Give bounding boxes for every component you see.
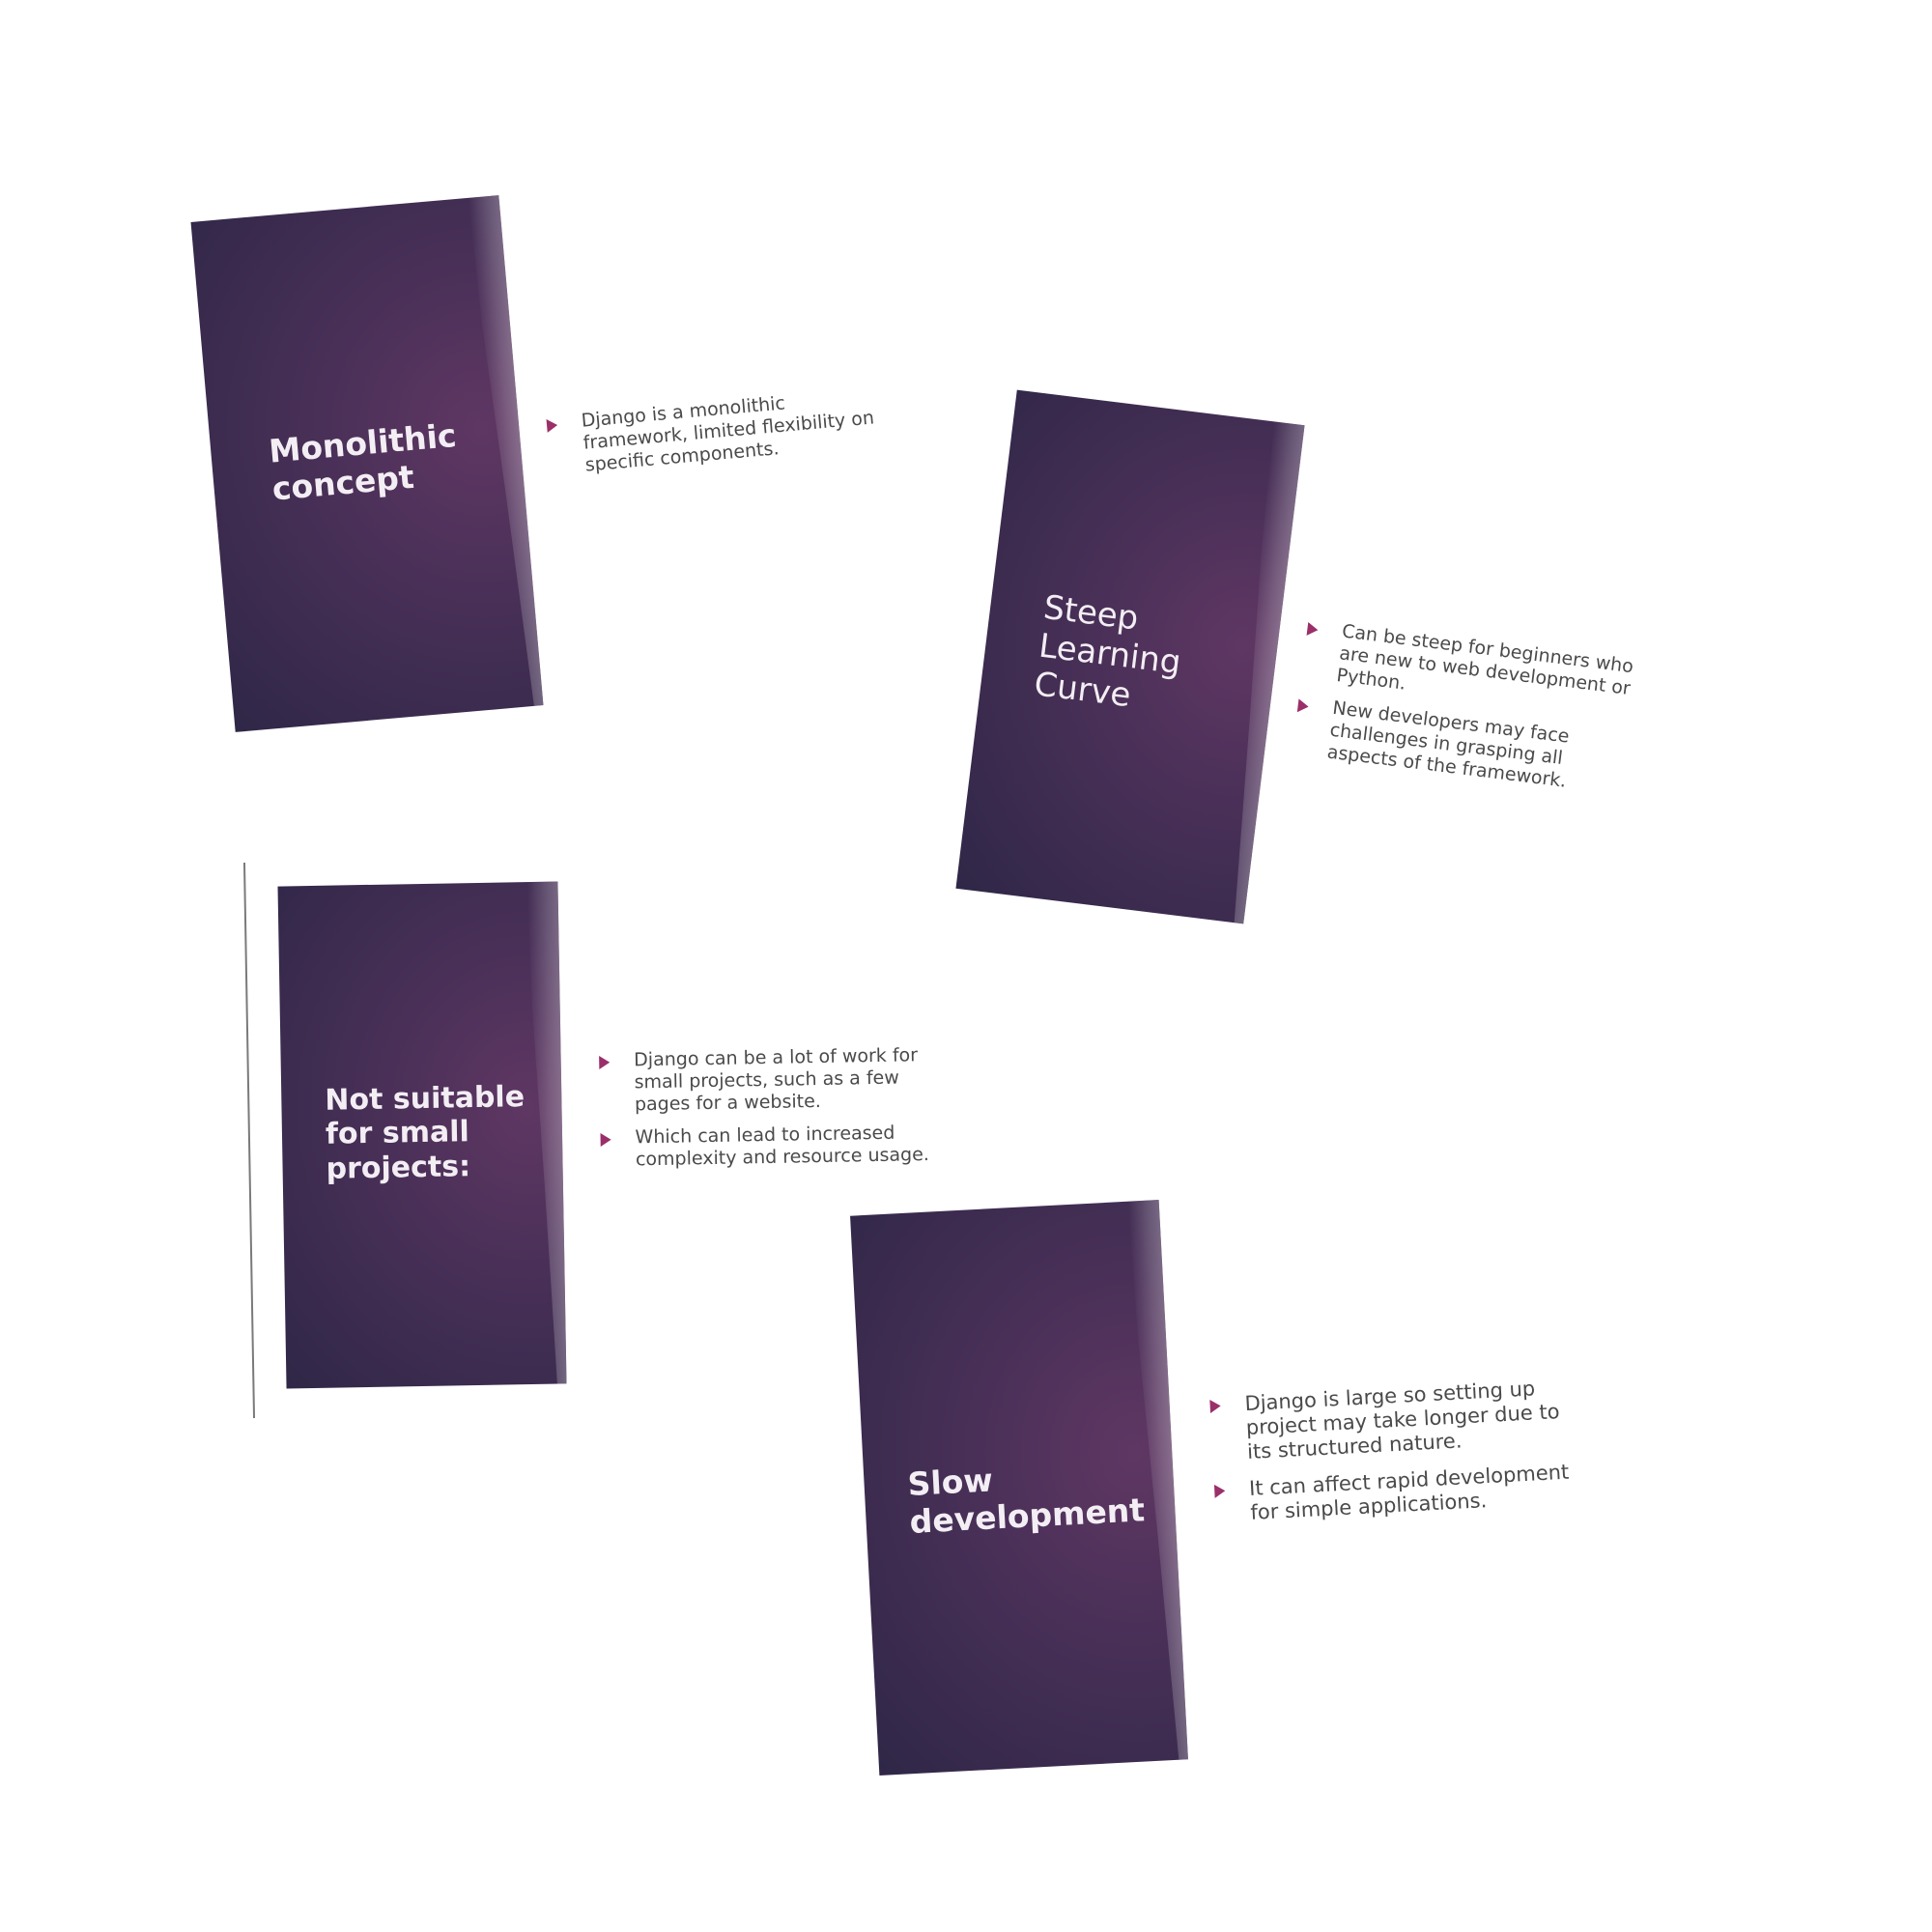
slow-development-bullets: Django is large so setting up project ma…	[1209, 1375, 1583, 1539]
steep-learning-curve-group: Steep Learning Curve	[955, 389, 1305, 924]
vertical-divider-line	[242, 863, 256, 1418]
bullet-text: Django is large so setting up project ma…	[1243, 1377, 1561, 1464]
bullet-text: Can be steep for beginners who are new t…	[1335, 620, 1635, 699]
triangle-bullet-icon	[1306, 621, 1320, 638]
bullet-item: Django is a monolithic framework, limite…	[546, 384, 898, 480]
bullet-text: It can affect rapid development for simp…	[1248, 1460, 1570, 1524]
steep-learning-curve-bullets: Can be steep for beginners who are new t…	[1290, 616, 1644, 811]
monolithic-concept-bullets: Django is a monolithic framework, limite…	[546, 384, 899, 491]
card-edge-highlight	[1212, 421, 1304, 923]
steep-learning-curve-card: Steep Learning Curve	[955, 389, 1305, 924]
triangle-bullet-icon	[1209, 1399, 1222, 1413]
triangle-bullet-icon	[1296, 698, 1310, 714]
triangle-bullet-icon	[600, 1133, 611, 1148]
bullet-item: Django can be a lot of work for small pr…	[599, 1044, 928, 1116]
bullet-text: Django can be a lot of work for small pr…	[633, 1044, 919, 1115]
not-suitable-group: Not suitable for small projects:	[277, 881, 567, 1389]
slow-development-group: Slow development	[850, 1200, 1188, 1776]
bullet-item: Which can lead to increased complexity a…	[600, 1122, 929, 1172]
bullet-text: Which can lead to increased complexity a…	[635, 1122, 930, 1171]
triangle-bullet-icon	[1213, 1483, 1226, 1498]
slow-development-card: Slow development	[850, 1200, 1188, 1776]
bullet-item: It can affect rapid development for simp…	[1213, 1460, 1583, 1527]
bullet-item: Django is large so setting up project ma…	[1209, 1375, 1579, 1466]
card-title: Monolithic concept	[267, 415, 458, 508]
triangle-bullet-icon	[599, 1055, 611, 1069]
triangle-bullet-icon	[546, 418, 558, 433]
not-suitable-bullets: Django can be a lot of work for small pr…	[599, 1044, 929, 1183]
monolithic-concept-group: Monolithic concept	[190, 195, 544, 732]
monolithic-concept-card: Monolithic concept	[190, 195, 544, 732]
card-title: Steep Learning Curve	[1032, 587, 1183, 716]
card-title: Not suitable for small projects:	[325, 1080, 526, 1186]
card-title: Slow development	[906, 1461, 1146, 1541]
bullet-text: New developers may face challenges in gr…	[1325, 697, 1571, 792]
not-suitable-card: Not suitable for small projects:	[277, 881, 567, 1389]
bullet-text: Django is a monolithic framework, limite…	[580, 392, 875, 476]
